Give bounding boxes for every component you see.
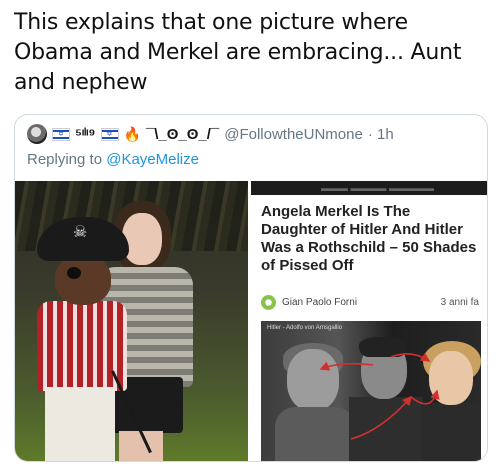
article-screenshot[interactable]: ▬▬▬ ▬▬▬▬ ▬▬▬▬▬ Angela Merkel Is The Daug… [251,181,487,461]
tweet-time: · 1h [367,125,394,143]
author-icon [261,294,276,310]
skull-icon: ☠ [73,224,88,241]
article-photo: Hitler - Adolfo von Arnsgallio [261,321,481,461]
article-author: Gian Paolo Forni [282,296,358,308]
reply-mention-link[interactable]: @KayeMelize [106,151,199,168]
display-name[interactable]: ⁵ᶦˡᶦ⁹ [75,126,96,143]
article-title[interactable]: Angela Merkel Is The Daughter of Hitler … [261,203,479,275]
israel-flag-icon: ✡ [52,127,70,141]
display-name-decor: ¯\_ʘ_ʘ_/¯ [145,125,220,143]
post-caption: This explains that one picture where Oba… [14,10,462,95]
quoted-tweet-card[interactable]: ✡ ⁵ᶦˡᶦ⁹ ✡ 🔥 ¯\_ʘ_ʘ_/¯ @FollowtheUNmone ·… [14,114,488,462]
photo-girl-and-pirate-boy[interactable]: ☠ [15,181,248,461]
arrow-annotations [319,352,440,440]
tweet-media[interactable]: ☠ ▬▬▬ ▬▬▬▬ ▬▬▬▬▬ Angela Merkel Is The Da… [15,181,487,461]
replying-to-line: Replying to @KayeMelize [27,151,199,168]
tweet-header: ✡ ⁵ᶦˡᶦ⁹ ✡ 🔥 ¯\_ʘ_ʘ_/¯ @FollowtheUNmone ·… [27,123,477,145]
israel-flag-icon: ✡ [100,127,119,141]
article-topbar: ▬▬▬ ▬▬▬▬ ▬▬▬▬▬ [251,181,487,195]
fire-icon: 🔥 [123,125,141,142]
reply-prefix: Replying to [27,151,103,168]
article-meta: Gian Paolo Forni 3 anni fa [261,293,479,311]
avatar[interactable] [27,124,47,144]
user-handle[interactable]: @FollowtheUNmone [224,126,363,143]
article-date: 3 anni fa [440,296,479,308]
